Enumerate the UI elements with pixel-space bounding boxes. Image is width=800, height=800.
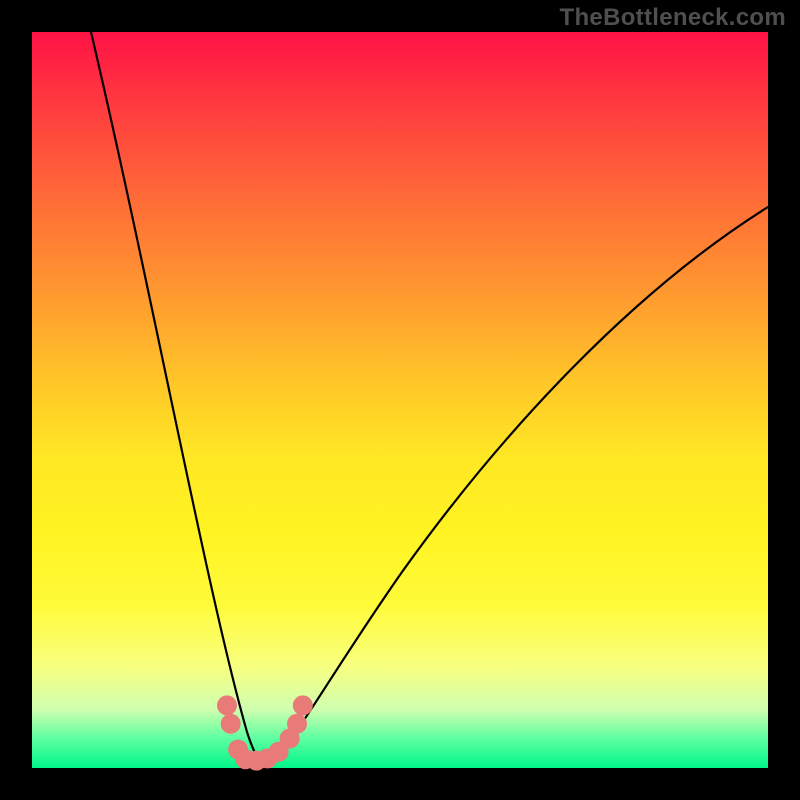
curve-left-branch — [91, 32, 266, 768]
plot-area — [32, 32, 768, 768]
watermark-text: TheBottleneck.com — [560, 4, 786, 32]
marker-group — [217, 695, 313, 770]
data-marker — [217, 695, 237, 715]
curve-right-branch — [266, 207, 768, 768]
data-marker — [287, 714, 307, 734]
chart-frame: TheBottleneck.com — [0, 0, 800, 800]
data-marker — [293, 695, 313, 715]
data-marker — [221, 714, 241, 734]
curve-layer — [32, 32, 768, 768]
